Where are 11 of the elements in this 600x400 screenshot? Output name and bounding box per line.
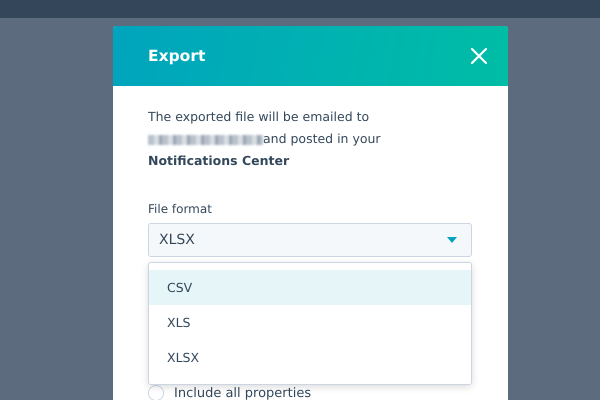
radio-label: Include all properties (174, 386, 312, 400)
close-button[interactable] (470, 47, 488, 65)
radio-button[interactable] (148, 385, 164, 400)
menu-option[interactable]: CSV (149, 270, 471, 305)
menu-option[interactable]: XLS (149, 305, 471, 340)
menu-option[interactable]: XLSX (149, 340, 471, 375)
format-dropdown[interactable]: XLSX (148, 223, 472, 257)
caret-icon (447, 237, 457, 243)
export-message: The exported file will be emailed to and posted in your Notifications Center (148, 108, 382, 170)
field-label: File format (148, 202, 213, 216)
dialog-title: Export (148, 47, 206, 65)
